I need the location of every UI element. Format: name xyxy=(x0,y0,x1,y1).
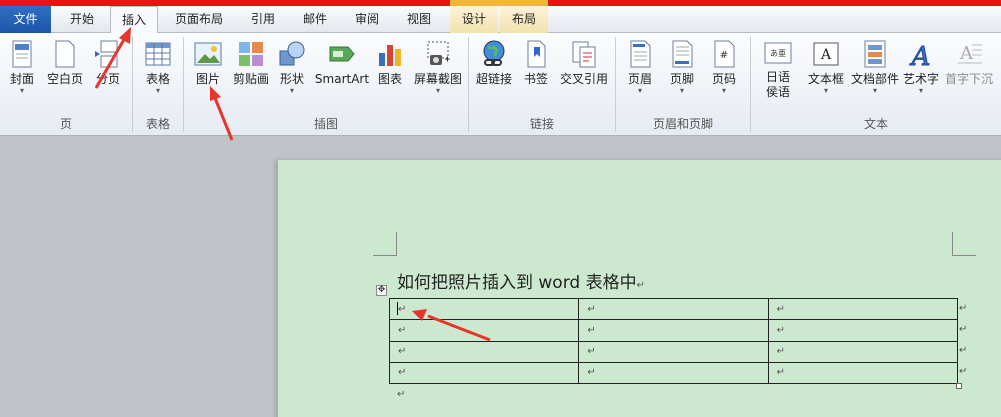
group-label-illustrations: 插图 xyxy=(313,117,338,131)
tab-layout[interactable]: 布局 xyxy=(500,6,548,33)
japanese-phonetic-icon: あ亜 xyxy=(764,42,792,64)
group-label-links: 链接 xyxy=(529,117,554,131)
table-icon xyxy=(145,42,171,66)
group-label-text: 文本 xyxy=(863,117,888,131)
paragraph-mark: ↵ xyxy=(397,389,406,400)
quick-parts-icon xyxy=(864,40,886,68)
shapes-button[interactable]: 形状 ▾ xyxy=(274,37,310,113)
smartart-button[interactable]: SmartArt xyxy=(313,37,371,113)
ribbon-tab-bar: 文件 开始 插入 页面布局 引用 邮件 审阅 视图 设计 布局 xyxy=(0,6,1001,34)
row-end-mark: ↵ xyxy=(959,324,968,335)
table-cell[interactable]: ↵ xyxy=(578,361,769,385)
table-row: ↵ ↵ ↵ xyxy=(388,361,959,385)
bookmark-button[interactable]: 书签 xyxy=(520,37,552,113)
hyperlink-icon xyxy=(483,40,505,66)
page-break-button[interactable]: 分页 xyxy=(90,37,126,113)
table-cell[interactable]: ↵ xyxy=(767,297,959,321)
group-label-header-footer: 页眉和页脚 xyxy=(652,117,713,131)
svg-text:A: A xyxy=(820,47,832,63)
tab-insert[interactable]: 插入 xyxy=(110,6,158,34)
group-label-tables: 表格 xyxy=(145,117,170,131)
wordart-button[interactable]: A 艺术字 ▾ xyxy=(902,37,940,113)
table-cell[interactable]: ↵ xyxy=(578,319,769,342)
text-cursor xyxy=(397,302,398,315)
header-icon xyxy=(630,40,651,68)
table-cell[interactable]: ↵ xyxy=(388,297,580,321)
table-cell[interactable]: ↵ xyxy=(578,340,769,363)
svg-text:あ亜: あ亜 xyxy=(770,49,786,58)
drop-cap-button[interactable]: A 首字下沉 xyxy=(942,37,996,113)
smartart-icon xyxy=(329,46,355,62)
table-cell[interactable]: ↵ xyxy=(767,319,959,342)
ribbon-insert: 封面 ▾ 空白页 分页 页 表格 ▾ 表格 图片 剪贴画 形状 ▾ SmartArt … xyxy=(0,33,1001,136)
bookmark-icon xyxy=(527,40,546,68)
svg-text:#: # xyxy=(720,50,728,61)
paragraph-mark: ↵ xyxy=(636,280,645,291)
svg-text:A: A xyxy=(959,43,974,64)
table-cell[interactable]: ↵ xyxy=(388,361,580,385)
page-number-icon: # xyxy=(714,40,735,68)
document-heading[interactable]: 如何把照片插入到 word 表格中↵ xyxy=(397,268,645,293)
chart-button[interactable]: 图表 xyxy=(374,37,406,113)
document-table[interactable]: ↵ ↵ ↵ ↵ ↵ ↵ ↵ ↵ ↵ ↵ ↵ ↵ xyxy=(388,297,959,385)
heading-text: 如何把照片插入到 word 表格中 xyxy=(397,273,637,293)
table-cell[interactable]: ↵ xyxy=(578,297,769,321)
chart-icon xyxy=(379,45,401,66)
table-cell[interactable]: ↵ xyxy=(767,340,959,363)
table-move-handle[interactable]: ✥ xyxy=(376,285,387,296)
table-cell[interactable]: ↵ xyxy=(388,319,580,342)
table-cell[interactable]: ↵ xyxy=(388,340,580,363)
page-break-icon xyxy=(95,40,118,68)
group-label-pages: 页 xyxy=(59,117,72,131)
text-box-button[interactable]: A 文本框 ▾ xyxy=(804,37,848,113)
screenshot-icon xyxy=(427,41,450,65)
cross-reference-icon xyxy=(572,41,596,68)
table-button[interactable]: 表格 ▾ xyxy=(138,37,178,113)
table-row: ↵ ↵ ↵ xyxy=(388,319,959,342)
quick-parts-button[interactable]: 文档部件 ▾ xyxy=(850,37,900,113)
picture-icon xyxy=(194,42,222,66)
tab-mailings[interactable]: 邮件 xyxy=(292,6,338,33)
table-row: ↵ ↵ ↵ xyxy=(388,340,959,363)
hyperlink-button[interactable]: 超链接 xyxy=(472,37,516,113)
row-end-mark: ↵ xyxy=(959,345,968,356)
cover-page-button[interactable]: 封面 ▾ xyxy=(4,37,40,113)
row-end-mark: ↵ xyxy=(959,366,968,377)
screenshot-button[interactable]: 屏幕截图 ▾ xyxy=(410,37,466,113)
tab-file[interactable]: 文件 xyxy=(0,6,51,33)
cross-reference-button[interactable]: 交叉引用 xyxy=(556,37,612,113)
tab-design[interactable]: 设计 xyxy=(450,6,498,33)
tab-page-layout[interactable]: 页面布局 xyxy=(164,6,234,33)
text-box-icon: A xyxy=(813,42,839,66)
svg-text:A: A xyxy=(910,42,931,69)
tab-review[interactable]: 审阅 xyxy=(344,6,390,33)
tab-view[interactable]: 视图 xyxy=(396,6,442,33)
blank-page-icon xyxy=(55,40,75,68)
drop-cap-icon: A xyxy=(958,43,982,64)
crop-mark-right xyxy=(952,232,976,256)
footer-icon xyxy=(672,40,693,68)
tab-home[interactable]: 开始 xyxy=(57,6,107,33)
clip-art-icon xyxy=(239,42,263,66)
wordart-icon: A xyxy=(909,42,931,70)
shapes-icon xyxy=(279,41,305,66)
clip-art-button[interactable]: 剪贴画 xyxy=(230,37,272,113)
footer-button[interactable]: 页脚 ▾ xyxy=(664,37,700,113)
picture-button[interactable]: 图片 xyxy=(190,37,226,113)
cover-page-icon xyxy=(12,40,32,68)
japanese-phonetic-button[interactable]: あ亜 日语 侯语 xyxy=(754,37,802,113)
tab-references[interactable]: 引用 xyxy=(240,6,286,33)
table-cell[interactable]: ↵ xyxy=(767,361,959,385)
row-end-mark: ↵ xyxy=(959,303,968,314)
page-number-button[interactable]: # 页码 ▾ xyxy=(706,37,742,113)
crop-mark-left xyxy=(373,232,397,256)
table-row: ↵ ↵ ↵ xyxy=(388,297,959,321)
header-button[interactable]: 页眉 ▾ xyxy=(622,37,658,113)
table-resize-handle[interactable] xyxy=(956,383,962,389)
blank-page-button[interactable]: 空白页 xyxy=(43,37,87,113)
